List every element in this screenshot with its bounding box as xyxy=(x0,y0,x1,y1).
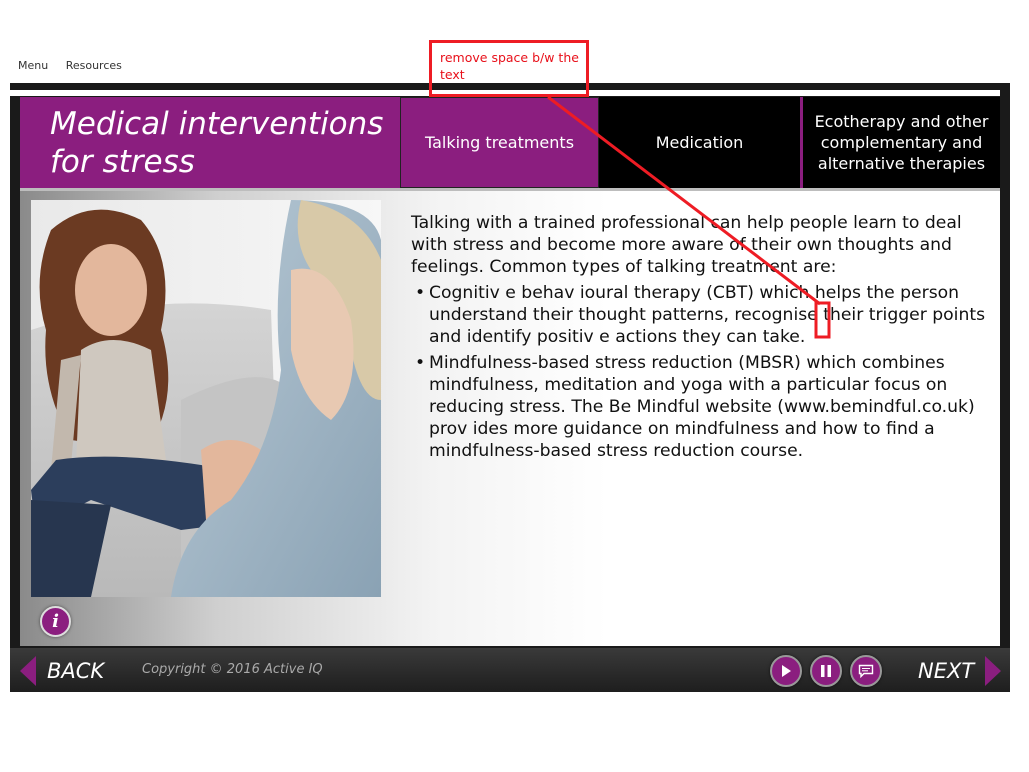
list-item: Mindfulness-based stress reduction (MBSR… xyxy=(411,352,996,462)
title-line-2: for stress xyxy=(50,144,195,180)
play-button[interactable] xyxy=(770,655,802,687)
treatment-list: Cognitiv e behav ioural therapy (CBT) wh… xyxy=(411,282,996,462)
tab-label: Talking treatments xyxy=(424,133,575,152)
info-icon: i xyxy=(52,611,59,632)
tab-label-line-1: Ecotherapy and other xyxy=(814,112,989,131)
tab-talking-treatments[interactable]: Talking treatments xyxy=(400,97,599,188)
tab-label-line-3: alternative therapies xyxy=(817,154,986,173)
next-button[interactable]: NEXT xyxy=(918,659,974,683)
therapy-photo xyxy=(31,200,381,597)
title-panel: Medical interventions for stress xyxy=(20,97,400,188)
copyright-text: Copyright © 2016 Active IQ xyxy=(142,662,323,677)
pause-icon xyxy=(821,665,831,677)
back-arrow-icon[interactable] xyxy=(20,656,36,686)
tab-label: Ecotherapy and other complementary and a… xyxy=(815,111,989,174)
tab-medication[interactable]: Medication xyxy=(599,97,800,188)
resources-link[interactable]: Resources xyxy=(66,59,122,72)
menu-link[interactable]: Menu xyxy=(18,59,48,72)
tab-label: Medication xyxy=(655,133,744,152)
list-item: Cognitiv e behav ioural therapy (CBT) wh… xyxy=(411,282,996,348)
content-body: Talking with a trained professional can … xyxy=(411,212,996,466)
pause-button[interactable] xyxy=(810,655,842,687)
player-footer: BACK Copyright © 2016 Active IQ NEXT xyxy=(10,648,1010,692)
next-arrow-icon[interactable] xyxy=(985,656,1001,686)
tab-ecotherapy[interactable]: Ecotherapy and other complementary and a… xyxy=(800,97,1000,188)
slide-header: Medical interventions for stress Talking… xyxy=(20,97,1000,188)
back-button[interactable]: BACK xyxy=(47,659,104,683)
annotation-callout: remove space b/w the text xyxy=(429,40,589,97)
tab-label-line-2: complementary and xyxy=(820,133,983,152)
transcript-icon xyxy=(858,664,874,678)
info-button[interactable]: i xyxy=(40,606,71,637)
title-line-1: Medical interventions xyxy=(50,106,384,142)
play-icon xyxy=(782,665,791,677)
transcript-button[interactable] xyxy=(850,655,882,687)
top-menu: Menu Resources xyxy=(18,59,136,72)
header-divider xyxy=(20,188,1000,191)
slide-stage: Medical interventions for stress Talking… xyxy=(20,97,1000,646)
page-title: Medical interventions for stress xyxy=(50,105,400,181)
intro-paragraph: Talking with a trained professional can … xyxy=(411,213,962,277)
annotation-text: remove space b/w the text xyxy=(440,50,579,82)
